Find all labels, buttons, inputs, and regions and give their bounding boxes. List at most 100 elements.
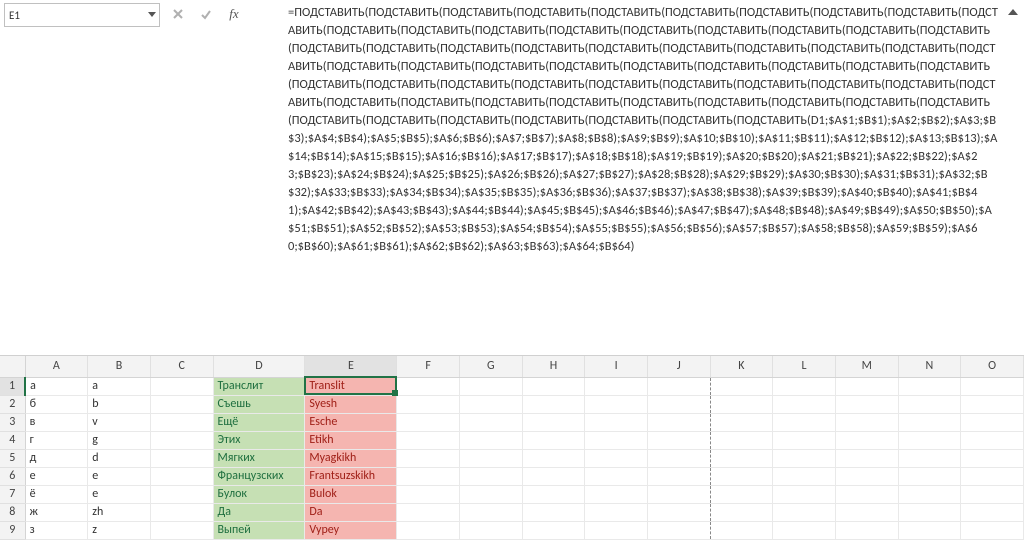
cell[interactable] — [647, 467, 710, 485]
cell[interactable] — [585, 431, 648, 449]
cell[interactable]: Myagkikh — [305, 449, 397, 467]
cell[interactable] — [522, 467, 585, 485]
cell[interactable] — [961, 467, 1024, 485]
cell[interactable] — [585, 467, 648, 485]
cell[interactable]: v — [88, 413, 151, 431]
cell[interactable] — [961, 431, 1024, 449]
cell[interactable] — [835, 467, 898, 485]
cell[interactable] — [397, 467, 460, 485]
cell[interactable] — [522, 485, 585, 503]
cancel-icon[interactable] — [168, 4, 188, 24]
cell[interactable] — [710, 521, 773, 539]
name-box-input[interactable] — [5, 9, 145, 22]
cell[interactable] — [150, 521, 213, 539]
cell[interactable]: а — [25, 377, 88, 395]
cell[interactable] — [898, 521, 961, 539]
cell[interactable] — [961, 503, 1024, 521]
cell[interactable] — [773, 485, 836, 503]
cell[interactable]: zh — [88, 503, 151, 521]
cell[interactable] — [397, 377, 460, 395]
cell[interactable]: Транслит — [213, 377, 305, 395]
column-header[interactable]: D — [213, 356, 305, 377]
column-header[interactable]: L — [773, 356, 836, 377]
cell[interactable]: Vypey — [305, 521, 397, 539]
cell[interactable]: e — [88, 485, 151, 503]
cell[interactable] — [647, 395, 710, 413]
cell[interactable] — [710, 413, 773, 431]
column-header[interactable]: M — [835, 356, 898, 377]
cell[interactable] — [898, 377, 961, 395]
cell[interactable] — [898, 413, 961, 431]
select-all-corner[interactable] — [0, 356, 25, 377]
cell[interactable] — [459, 377, 522, 395]
cell[interactable] — [898, 395, 961, 413]
cell[interactable] — [961, 521, 1024, 539]
cell[interactable] — [150, 395, 213, 413]
column-header[interactable]: N — [898, 356, 961, 377]
cell[interactable]: e — [88, 467, 151, 485]
cell[interactable]: г — [25, 431, 88, 449]
cell[interactable]: в — [25, 413, 88, 431]
cell[interactable] — [710, 431, 773, 449]
column-header[interactable]: K — [710, 356, 773, 377]
enter-icon[interactable] — [196, 4, 216, 24]
cell[interactable] — [397, 395, 460, 413]
column-header[interactable]: H — [522, 356, 585, 377]
cell[interactable]: Syesh — [305, 395, 397, 413]
cell[interactable] — [773, 431, 836, 449]
cell[interactable] — [773, 467, 836, 485]
cell[interactable]: ё — [25, 485, 88, 503]
cell[interactable] — [150, 503, 213, 521]
cell[interactable]: д — [25, 449, 88, 467]
name-box-dropdown-icon[interactable] — [145, 12, 159, 18]
cell[interactable] — [397, 413, 460, 431]
cell[interactable] — [585, 413, 648, 431]
cell[interactable] — [647, 377, 710, 395]
cell[interactable] — [397, 521, 460, 539]
cell[interactable] — [835, 431, 898, 449]
cell[interactable] — [835, 395, 898, 413]
cell[interactable] — [898, 449, 961, 467]
cell[interactable] — [585, 521, 648, 539]
cell[interactable] — [397, 503, 460, 521]
cell[interactable] — [647, 413, 710, 431]
cell[interactable]: б — [25, 395, 88, 413]
cell[interactable]: з — [25, 521, 88, 539]
cell[interactable] — [647, 521, 710, 539]
column-header[interactable]: A — [25, 356, 88, 377]
cell[interactable] — [773, 413, 836, 431]
row-header[interactable]: 3 — [0, 413, 25, 431]
cell[interactable] — [459, 449, 522, 467]
row-header[interactable]: 5 — [0, 449, 25, 467]
row-header[interactable]: 4 — [0, 431, 25, 449]
cell[interactable] — [961, 485, 1024, 503]
row-header[interactable]: 8 — [0, 503, 25, 521]
cell[interactable]: b — [88, 395, 151, 413]
cell[interactable] — [710, 485, 773, 503]
cell[interactable] — [898, 485, 961, 503]
cell[interactable] — [585, 503, 648, 521]
cell[interactable] — [835, 521, 898, 539]
cell[interactable] — [647, 503, 710, 521]
cell[interactable] — [150, 449, 213, 467]
cell[interactable] — [585, 377, 648, 395]
cell[interactable] — [773, 377, 836, 395]
cell[interactable] — [835, 377, 898, 395]
cell[interactable] — [773, 503, 836, 521]
cell[interactable] — [585, 485, 648, 503]
cell[interactable] — [710, 395, 773, 413]
cell[interactable]: Bulok — [305, 485, 397, 503]
cell[interactable]: Французских — [213, 467, 305, 485]
cell[interactable] — [522, 431, 585, 449]
cell[interactable]: Ещё — [213, 413, 305, 431]
column-header[interactable]: E — [305, 356, 397, 377]
name-box[interactable] — [4, 3, 160, 27]
cell[interactable] — [522, 413, 585, 431]
row-header[interactable]: 2 — [0, 395, 25, 413]
cell[interactable]: ж — [25, 503, 88, 521]
cell[interactable] — [150, 485, 213, 503]
cell[interactable] — [835, 503, 898, 521]
cell[interactable]: Мягких — [213, 449, 305, 467]
worksheet-grid[interactable]: ABCDEFGHIJKLMNO1аaТранслитTranslit2бbСъе… — [0, 356, 1024, 556]
cell[interactable] — [898, 503, 961, 521]
